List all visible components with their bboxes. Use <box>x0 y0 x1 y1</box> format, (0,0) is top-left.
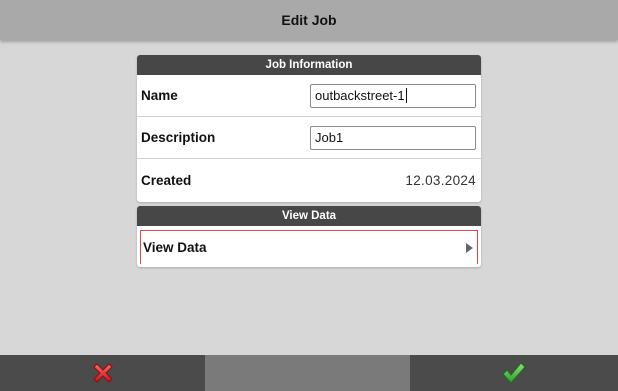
view-data-item[interactable]: View Data <box>140 230 478 264</box>
confirm-button[interactable] <box>410 355 618 391</box>
description-row: Description Job1 <box>137 117 481 159</box>
title-bar: Edit Job <box>0 0 618 40</box>
text-cursor <box>405 88 407 103</box>
page-title: Edit Job <box>281 12 337 28</box>
name-label: Name <box>141 88 178 103</box>
name-row: Name outbackstreet-1 <box>137 75 481 117</box>
created-label: Created <box>141 172 192 188</box>
name-field[interactable]: outbackstreet-1 <box>310 83 476 108</box>
job-information-header: Job Information <box>137 55 481 75</box>
red-x-icon <box>92 363 113 383</box>
description-label: Description <box>141 130 216 145</box>
edit-job-screen: Edit Job Job Information Name outbackstr… <box>0 0 618 391</box>
job-information-card: Job Information Name outbackstreet-1 Des… <box>137 55 481 202</box>
view-data-card: View Data View Data <box>137 206 481 267</box>
view-data-title: View Data <box>281 210 337 222</box>
view-data-header: View Data <box>137 206 481 226</box>
description-field[interactable]: Job1 <box>310 125 476 150</box>
job-information-title: Job Information <box>265 59 353 71</box>
created-row: Created 12.03.2024 <box>137 159 481 201</box>
cancel-button[interactable] <box>0 355 205 391</box>
created-value: 12.03.2024 <box>405 172 476 188</box>
name-field-value: outbackstreet-1 <box>315 88 405 103</box>
chevron-right-icon <box>466 242 473 253</box>
bottom-bar-spacer <box>205 355 410 391</box>
bottom-action-bar <box>0 355 618 391</box>
view-data-item-label: View Data <box>143 240 207 255</box>
green-checkmark-icon <box>502 362 526 384</box>
description-field-value: Job1 <box>315 130 344 145</box>
